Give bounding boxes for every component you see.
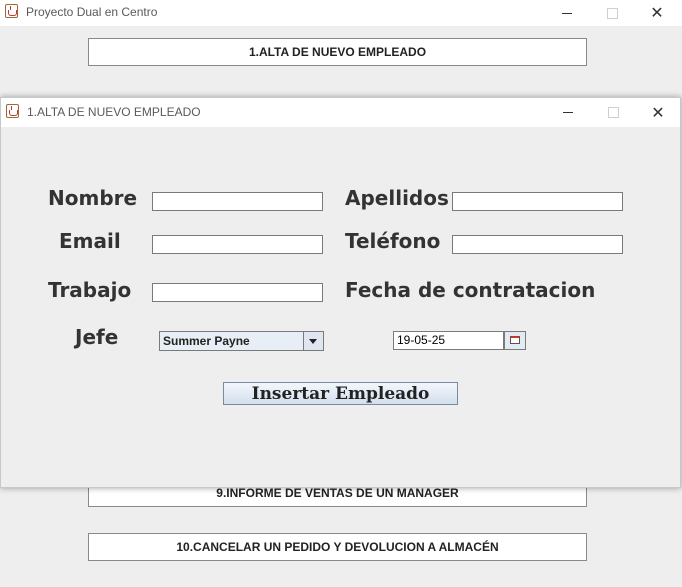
- dialog-maximize-button[interactable]: [590, 98, 636, 127]
- minimize-button[interactable]: [544, 0, 590, 26]
- maximize-icon: [607, 107, 619, 118]
- fecha-field[interactable]: 19-05-25: [393, 331, 504, 350]
- minimize-icon: [563, 112, 573, 113]
- dialog-close-button[interactable]: ✕: [635, 98, 681, 127]
- close-icon: ✕: [651, 102, 665, 122]
- minimize-icon: [562, 12, 572, 14]
- chevron-down-icon[interactable]: [303, 332, 323, 350]
- jefe-select[interactable]: Summer Payne: [159, 331, 324, 351]
- telefono-field[interactable]: [452, 235, 623, 254]
- apellidos-label: Apellidos: [345, 186, 449, 210]
- telefono-label: Teléfono: [345, 229, 441, 253]
- jefe-selected-value: Summer Payne: [163, 334, 250, 348]
- trabajo-label: Trabajo: [48, 278, 132, 302]
- apellidos-field[interactable]: [452, 192, 623, 211]
- jefe-label: Jefe: [75, 325, 119, 349]
- close-icon: ✕: [650, 3, 664, 22]
- trabajo-field[interactable]: [152, 283, 323, 302]
- maximize-button[interactable]: [589, 0, 635, 26]
- alta-empleado-dialog: 1.ALTA DE NUEVO EMPLEADO ✕ Nombre Apelli…: [0, 97, 681, 488]
- nombre-field[interactable]: [152, 192, 323, 211]
- cancelar-pedido-button[interactable]: 10.CANCELAR UN PEDIDO Y DEVOLUCION A ALM…: [88, 533, 587, 561]
- java-cup-icon: [6, 104, 19, 118]
- fecha-label: Fecha de contratacion: [345, 278, 596, 302]
- main-window-title: Proyecto Dual en Centro: [26, 5, 158, 19]
- dialog-minimize-button[interactable]: [545, 98, 591, 127]
- calendar-icon[interactable]: [504, 331, 526, 350]
- dialog-title: 1.ALTA DE NUEVO EMPLEADO: [27, 105, 201, 119]
- insertar-empleado-button[interactable]: Insertar Empleado: [223, 382, 458, 405]
- email-field[interactable]: [152, 235, 323, 254]
- nombre-label: Nombre: [48, 186, 138, 210]
- email-label: Email: [59, 229, 121, 253]
- maximize-icon: [606, 7, 618, 19]
- main-window-titlebar: Proyecto Dual en Centro ✕: [0, 0, 682, 26]
- java-cup-icon: [5, 4, 18, 18]
- alta-empleado-button[interactable]: 1.ALTA DE NUEVO EMPLEADO: [88, 38, 587, 66]
- dialog-titlebar: 1.ALTA DE NUEVO EMPLEADO ✕: [1, 98, 680, 127]
- close-button[interactable]: ✕: [634, 0, 680, 26]
